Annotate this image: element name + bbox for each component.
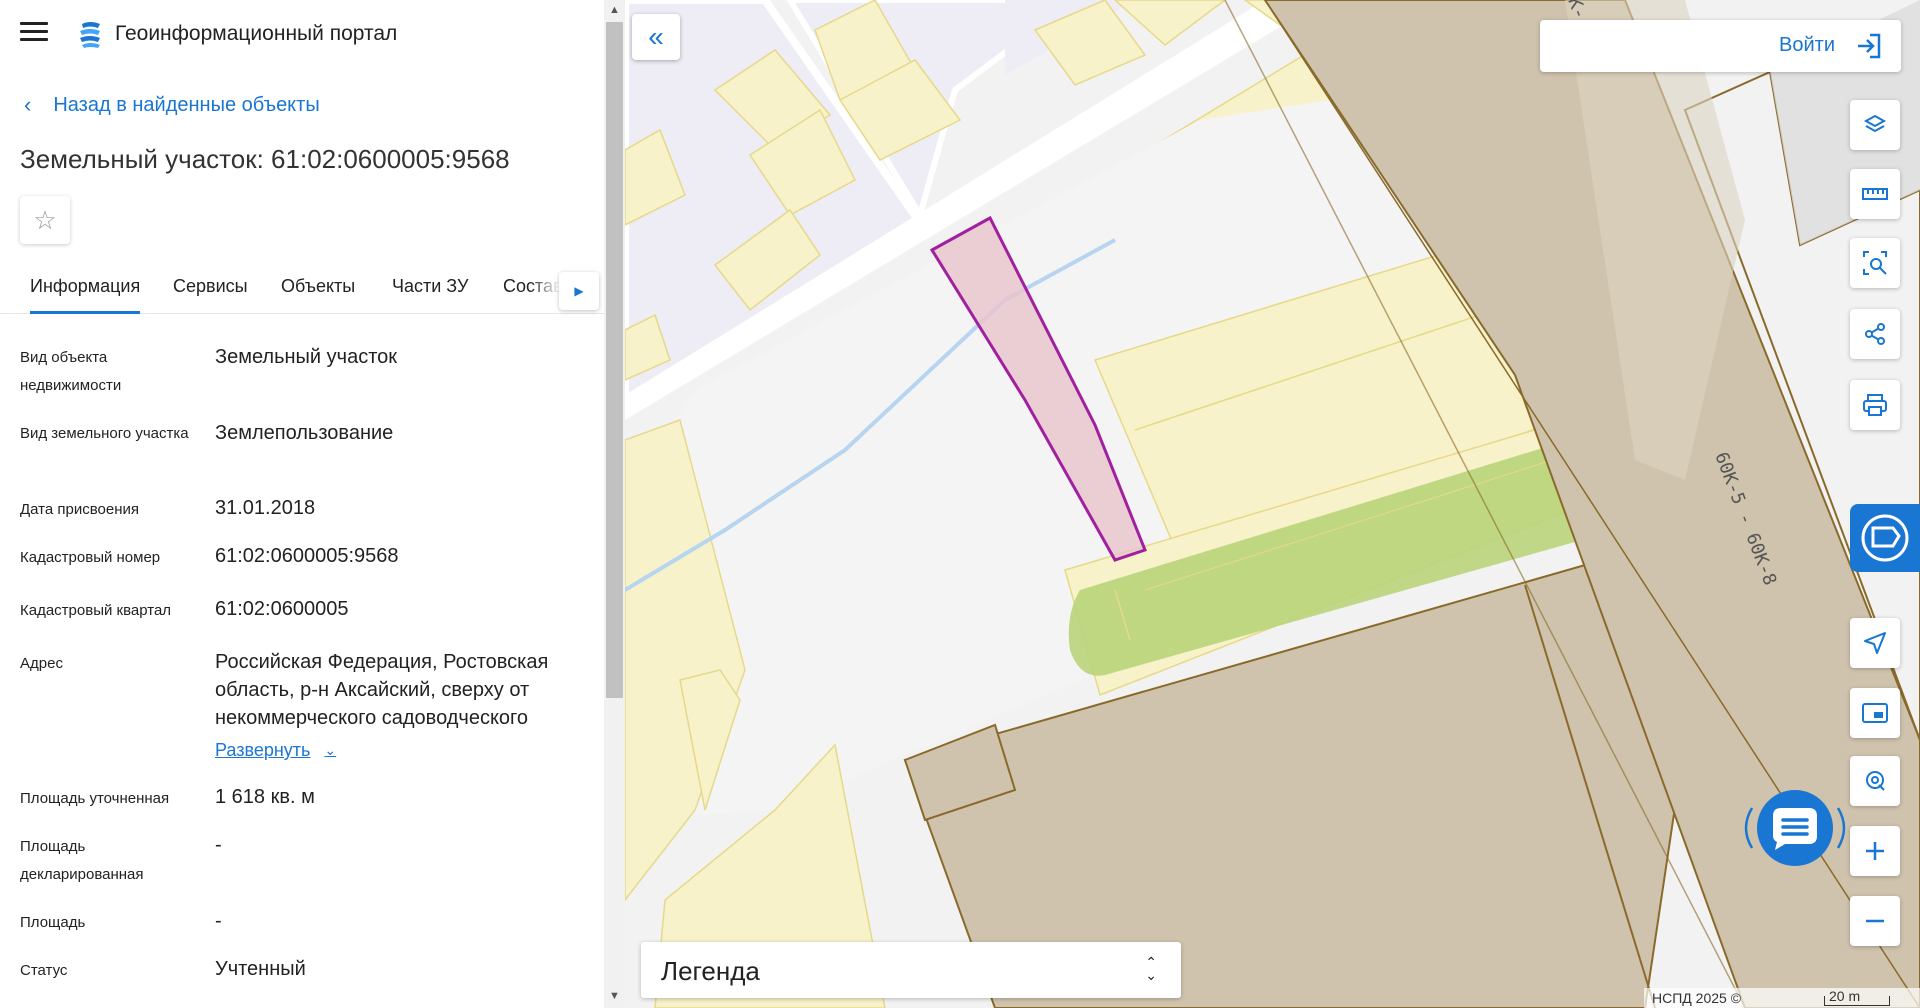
portal-logo-icon: [80, 22, 100, 48]
navigate-button[interactable]: [1850, 618, 1900, 668]
app-root: Геоинформационный портал ‹ Назад в найде…: [0, 0, 1920, 1008]
prop-label-cadastral-number: Кадастровый номер: [20, 549, 161, 566]
scroll-thumb[interactable]: [606, 22, 623, 698]
layers-icon: [1863, 114, 1887, 133]
chat-button[interactable]: [1740, 778, 1850, 878]
star-icon: ☆: [33, 204, 57, 235]
print-button[interactable]: [1850, 380, 1900, 430]
prop-value-object-type: Земельный участок: [215, 346, 398, 368]
zoom-out-button[interactable]: [1850, 896, 1900, 946]
favorite-button[interactable]: ☆: [20, 196, 70, 244]
prop-value-area-declared: -: [215, 834, 222, 856]
prop-label-address: Адрес: [20, 655, 63, 672]
locate-icon: [1866, 771, 1885, 791]
expand-address-link[interactable]: Развернуть ⌄: [215, 740, 336, 761]
feedback-icon: [1861, 514, 1909, 562]
scroll-down-icon[interactable]: ▼: [609, 990, 620, 1002]
tab-bar: Информация Сервисы Объекты Части ЗУ Сост…: [0, 268, 605, 314]
panel-header: Геоинформационный портал: [0, 0, 605, 70]
share-icon: [1865, 323, 1885, 345]
minimap-button[interactable]: [1850, 688, 1900, 738]
share-button[interactable]: [1850, 309, 1900, 359]
area-select-button[interactable]: [1850, 238, 1900, 288]
zoom-out-icon: [1866, 919, 1884, 923]
attribution-text: НСПД 2025 ©: [1652, 990, 1742, 1006]
map-attribution: НСПД 2025 © 20 m: [1644, 988, 1920, 1008]
map-canvas[interactable]: 60К-5 - 60К-8 К-: [625, 0, 1920, 1008]
chat-icon: [1744, 790, 1846, 866]
double-chevron-left-icon: «: [648, 21, 664, 52]
chevron-down-icon: ⌄: [324, 742, 337, 758]
collapse-panel-button[interactable]: «: [632, 14, 680, 60]
tab-fade: [530, 268, 560, 312]
expand-collapse-icon: ⌃ ⌄: [1145, 954, 1157, 983]
prop-value-cadastral-number: 61:02:0600005:9568: [215, 545, 399, 567]
prop-label-area-declared: Площадь декларированная: [20, 838, 144, 883]
zoom-in-button[interactable]: [1850, 826, 1900, 876]
caret-right-icon: ▶: [574, 284, 584, 298]
login-label: Войти: [1779, 34, 1835, 56]
tab-parts[interactable]: Части ЗУ: [392, 276, 468, 314]
tab-scroll-right-button[interactable]: ▶: [559, 272, 599, 310]
expand-label: Развернуть: [215, 740, 311, 760]
prop-label-area-refined: Площадь уточненная: [20, 790, 170, 807]
tab-services[interactable]: Сервисы: [173, 276, 248, 314]
zoom-in-icon: [1866, 842, 1884, 860]
legend-label: Легенда: [661, 956, 760, 986]
login-button[interactable]: Войти: [1540, 20, 1901, 72]
prop-value-address: Российская Федерация, Ростовская область…: [215, 651, 549, 729]
prop-label-land-type: Вид земельного участка: [20, 425, 189, 442]
prop-label-status: Статус: [20, 962, 68, 979]
prop-label-date: Дата присвоения: [20, 501, 139, 518]
legend-panel[interactable]: Легенда ⌃ ⌄: [641, 942, 1181, 998]
prop-label-cadastral-quarter: Кадастровый квартал: [20, 602, 172, 619]
prop-value-date: 31.01.2018: [215, 497, 316, 519]
back-to-results-link[interactable]: ‹ Назад в найденные объекты: [24, 92, 320, 118]
prop-value-area: -: [215, 910, 222, 932]
prop-value-land-type: Землепользование: [215, 422, 394, 444]
locate-button[interactable]: [1850, 756, 1900, 806]
menu-icon[interactable]: [20, 22, 48, 48]
scale-label: 20 m: [1829, 988, 1861, 1004]
minimap-icon: [1862, 703, 1888, 723]
map-view[interactable]: 60К-5 - 60К-8 К-: [625, 0, 1920, 1008]
ruler-button[interactable]: [1850, 169, 1900, 219]
navigate-icon: [1864, 632, 1886, 654]
tab-info[interactable]: Информация: [30, 276, 141, 314]
prop-value-status: Учтенный: [215, 958, 306, 980]
feedback-button[interactable]: [1850, 504, 1920, 572]
chevron-left-icon: ‹: [24, 92, 32, 117]
login-icon: [1858, 33, 1881, 59]
object-title: Земельный участок: 61:02:0600005:9568: [20, 144, 510, 174]
back-link-label: Назад в найденные объекты: [53, 93, 320, 116]
portal-title: Геоинформационный портал: [115, 22, 398, 45]
scroll-up-icon[interactable]: ▲: [609, 4, 620, 16]
prop-label-object-type: Вид объекта недвижимости: [20, 349, 122, 394]
tab-objects[interactable]: Объекты: [281, 276, 355, 314]
info-panel: Геоинформационный портал ‹ Назад в найде…: [0, 0, 605, 1008]
panel-scrollbar[interactable]: ▲ ▼: [604, 0, 625, 1008]
area-select-icon: [1863, 251, 1887, 275]
prop-label-area: Площадь: [20, 914, 86, 931]
prop-value-area-refined: 1 618 кв. м: [215, 786, 315, 808]
prop-value-cadastral-quarter: 61:02:0600005: [215, 598, 349, 620]
ruler-icon: [1862, 188, 1888, 200]
print-icon: [1863, 394, 1887, 416]
layers-button[interactable]: [1850, 100, 1900, 150]
